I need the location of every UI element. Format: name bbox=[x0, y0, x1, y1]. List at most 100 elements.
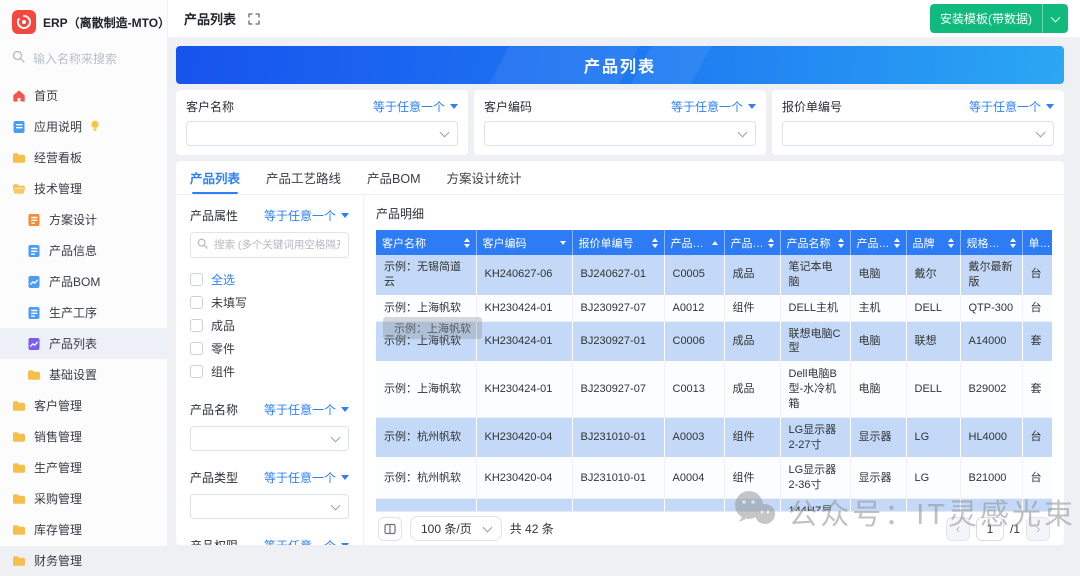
sort-icon[interactable] bbox=[768, 238, 774, 248]
install-template-button[interactable]: 安装模板(带数据) bbox=[930, 4, 1068, 33]
table-row[interactable]: 示例：杭州帆软KH230420-04BJ231010-01A0004组件LG显示… bbox=[376, 458, 1052, 499]
sort-icon[interactable] bbox=[948, 238, 954, 248]
sort-icon[interactable] bbox=[652, 238, 658, 248]
prev-page-button[interactable]: ‹ bbox=[946, 517, 970, 541]
column-header[interactable]: 客户名称 bbox=[376, 230, 476, 255]
table-cell: KH230424-01 bbox=[476, 295, 572, 321]
table-row[interactable]: 示例：上海帆软KH230424-01BJ230927-07C0013成品Dell… bbox=[376, 362, 1052, 418]
sidebar-search[interactable] bbox=[12, 50, 155, 68]
column-settings-icon[interactable] bbox=[378, 517, 402, 541]
table-row[interactable]: 示例：杭州帆软KH230420-04BJ230927-04A0009组件144H… bbox=[376, 499, 1052, 511]
attribute-search[interactable] bbox=[190, 232, 349, 258]
tab-product-list[interactable]: 产品列表 bbox=[190, 161, 240, 194]
table-cell: 示例：无锡简道云 bbox=[376, 255, 476, 295]
column-header[interactable]: 产品名称 bbox=[780, 230, 850, 255]
filter-product-permission: 产品权限 等于任意一个 bbox=[190, 537, 349, 545]
chevron-down-icon[interactable] bbox=[1042, 4, 1068, 33]
filter-operator[interactable]: 等于任意一个 bbox=[671, 98, 756, 115]
filter-customer-name-select[interactable] bbox=[186, 121, 458, 146]
filter-operator[interactable]: 等于任意一个 bbox=[373, 98, 458, 115]
sidebar-item-product-bom[interactable]: 产品BOM bbox=[0, 266, 167, 297]
checkbox-icon[interactable] bbox=[190, 273, 203, 286]
chevron-down-icon bbox=[331, 432, 341, 442]
filter-operator[interactable]: 等于任意一个 bbox=[264, 469, 349, 486]
sidebar-item-dashboard[interactable]: 经营看板 bbox=[0, 142, 167, 173]
chevron-down-icon bbox=[482, 522, 492, 532]
triangle-down-icon bbox=[1046, 104, 1054, 109]
tab-scheme-stats[interactable]: 方案设计统计 bbox=[447, 161, 522, 194]
sidebar-item-purchase-mgmt[interactable]: 采购管理 bbox=[0, 483, 167, 514]
pagination: ‹ /1 › bbox=[946, 517, 1050, 541]
checkbox-finished[interactable]: 成品 bbox=[190, 314, 349, 337]
column-header[interactable]: 客户编码 bbox=[476, 230, 572, 255]
column-header[interactable]: 产品类型 bbox=[850, 230, 906, 255]
sidebar-item-production-process[interactable]: 生产工序 bbox=[0, 297, 167, 328]
sidebar-item-production-mgmt[interactable]: 生产管理 bbox=[0, 452, 167, 483]
table-row[interactable]: 示例：无锡简道云KH240627-06BJ240627-01C0005成品笔记本… bbox=[376, 255, 1052, 295]
sidebar-item-scheme-design[interactable]: 方案设计 bbox=[0, 204, 167, 235]
checkbox-icon[interactable] bbox=[190, 296, 203, 309]
checkbox-icon[interactable] bbox=[190, 342, 203, 355]
sort-icon[interactable] bbox=[1010, 238, 1016, 248]
checkbox-select-all[interactable]: 全选 bbox=[190, 268, 349, 291]
checkbox-not-filled[interactable]: 未填写 bbox=[190, 291, 349, 314]
column-header[interactable]: 规格型号 bbox=[960, 230, 1022, 255]
filter-quote-number-select[interactable] bbox=[782, 121, 1054, 146]
sidebar-item-product-list[interactable]: 产品列表 bbox=[0, 328, 167, 359]
filter-operator[interactable]: 等于任意一个 bbox=[264, 537, 349, 545]
filter-label: 产品权限 bbox=[190, 537, 238, 545]
table-cell: A0004 bbox=[664, 458, 724, 499]
folder-icon bbox=[12, 430, 26, 444]
sidebar-item-sales-mgmt[interactable]: 销售管理 bbox=[0, 421, 167, 452]
page-number-input[interactable] bbox=[976, 517, 1004, 541]
tab-process-route[interactable]: 产品工艺路线 bbox=[266, 161, 341, 194]
sidebar-item-tech-mgmt[interactable]: 技术管理 bbox=[0, 173, 167, 204]
page-size-select[interactable]: 100 条/页 bbox=[410, 516, 502, 541]
table-cell: 台 bbox=[1022, 255, 1052, 295]
table-cell: 成品 bbox=[724, 255, 780, 295]
column-header[interactable]: 品牌 bbox=[906, 230, 960, 255]
table-row[interactable]: 示例：杭州帆软KH230420-04BJ231010-01A0003组件LG显示… bbox=[376, 417, 1052, 458]
table-cell: 台 bbox=[1022, 499, 1052, 511]
sidebar-item-inventory-mgmt[interactable]: 库存管理 bbox=[0, 514, 167, 545]
attribute-search-input[interactable] bbox=[212, 238, 342, 252]
filter-product-name-select[interactable] bbox=[190, 426, 349, 451]
sidebar-item-product-info[interactable]: 产品信息 bbox=[0, 235, 167, 266]
column-header[interactable]: 产品编码 bbox=[664, 230, 724, 255]
filter-operator[interactable]: 等于任意一个 bbox=[264, 401, 349, 418]
filter-customer-code-select[interactable] bbox=[484, 121, 756, 146]
total-count: 共 42 条 bbox=[510, 520, 554, 537]
search-icon bbox=[197, 236, 208, 254]
triangle-down-icon bbox=[341, 407, 349, 412]
app-header: ERP（离散制造-MTO） bbox=[12, 10, 155, 34]
column-header[interactable]: 单位 bbox=[1022, 230, 1052, 255]
filter-product-type-select[interactable] bbox=[190, 494, 349, 519]
sidebar-item-basic-settings[interactable]: 基础设置 bbox=[0, 359, 167, 390]
attribute-operator[interactable]: 等于任意一个 bbox=[264, 207, 349, 224]
tab-product-bom[interactable]: 产品BOM bbox=[367, 161, 420, 194]
filter-operator[interactable]: 等于任意一个 bbox=[969, 98, 1054, 115]
checkbox-icon[interactable] bbox=[190, 365, 203, 378]
sort-icon[interactable] bbox=[464, 238, 470, 248]
sidebar-item-home[interactable]: 首页 bbox=[0, 80, 167, 111]
sort-icon[interactable] bbox=[838, 238, 844, 248]
folder-open-icon bbox=[12, 182, 26, 196]
table-cell: KH230424-01 bbox=[476, 321, 572, 362]
sort-icon[interactable] bbox=[894, 238, 900, 248]
table-panel: 产品明细 客户名称客户编码报价单编号产品编码产品属性产品名称产品类型品牌规格型号… bbox=[364, 195, 1064, 545]
checkbox-part[interactable]: 零件 bbox=[190, 337, 349, 360]
triangle-down-icon bbox=[450, 104, 458, 109]
column-header[interactable]: 产品属性 bbox=[724, 230, 780, 255]
checkbox-icon[interactable] bbox=[190, 319, 203, 332]
column-header[interactable]: 报价单编号 bbox=[572, 230, 664, 255]
sort-icon[interactable] bbox=[560, 241, 566, 245]
sidebar-search-input[interactable] bbox=[31, 51, 153, 67]
fullscreen-icon[interactable] bbox=[248, 13, 260, 25]
sidebar-item-app-guide[interactable]: 应用说明 bbox=[0, 111, 167, 142]
sort-icon[interactable] bbox=[712, 241, 718, 245]
checkbox-component[interactable]: 组件 bbox=[190, 360, 349, 383]
sidebar-item-finance-mgmt[interactable]: 财务管理 bbox=[0, 545, 167, 576]
triangle-down-icon bbox=[748, 104, 756, 109]
sidebar-item-customer-mgmt[interactable]: 客户管理 bbox=[0, 390, 167, 421]
next-page-button[interactable]: › bbox=[1026, 517, 1050, 541]
